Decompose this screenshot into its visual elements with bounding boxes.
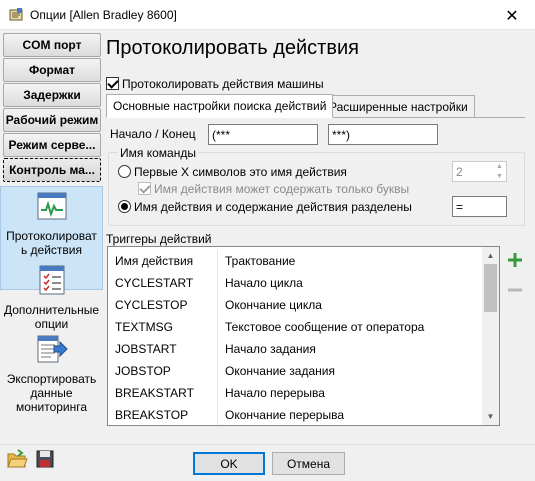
column-header-interpretation[interactable]: Трактование <box>218 254 295 268</box>
sidebar-item-additional-options[interactable]: Дополнительные опции <box>0 264 103 331</box>
table-row[interactable]: CYCLESTOP Окончание цикла <box>108 294 483 316</box>
plus-icon <box>508 253 522 267</box>
floppy-disk-icon <box>36 450 54 468</box>
separated-radio[interactable] <box>118 200 131 213</box>
vertical-scrollbar[interactable]: ▲ ▼ <box>482 247 499 425</box>
sidebar-button-format[interactable]: Формат <box>3 58 101 82</box>
sidebar-button-work-mode[interactable]: Рабочий режим <box>3 108 101 132</box>
separated-label: Имя действия и содержание действия разде… <box>134 200 412 214</box>
separator-input[interactable]: = <box>452 196 507 217</box>
log-actions-label: Протоколировать действия машины <box>122 77 324 91</box>
cancel-button[interactable]: Отмена <box>272 452 345 475</box>
sidebar-item-export-monitoring[interactable]: Экспортировать данные мониторинга <box>0 333 103 414</box>
scrollbar-thumb[interactable] <box>484 264 497 312</box>
close-icon: ✕ <box>505 5 519 25</box>
first-x-chars-label: Первые X символов это имя действия <box>134 165 347 179</box>
activity-log-icon <box>37 192 66 220</box>
first-x-chars-value: 2 <box>456 165 463 179</box>
sidebar: COM порт Формат Задержки Рабочий режим Р… <box>0 30 103 444</box>
table-row[interactable]: BREAKSTART Начало перерыва <box>108 382 483 404</box>
letters-only-checkbox[interactable] <box>138 182 151 195</box>
log-actions-checkbox[interactable] <box>106 77 119 90</box>
cell-action-name: BREAKSTOP <box>108 404 218 425</box>
cell-interpretation: Окончание перерыва <box>225 408 345 422</box>
end-marker-input[interactable]: ***) <box>328 124 438 145</box>
sidebar-item-label: Протоколироват ь действия <box>6 229 97 257</box>
cell-action-name: TEXTMSG <box>108 316 218 338</box>
sidebar-item-label: Экспортировать данные мониторинга <box>6 372 97 414</box>
open-folder-button[interactable] <box>6 448 28 470</box>
page-title: Протоколировать действия <box>106 37 359 59</box>
table-row[interactable]: JOBSTART Начало задания <box>108 338 483 360</box>
cell-interpretation: Начало задания <box>225 342 316 356</box>
sidebar-button-server-mode[interactable]: Режим серве... <box>3 133 101 157</box>
minus-icon <box>508 288 522 292</box>
sidebar-button-machine-control[interactable]: Контроль ма... <box>3 158 101 182</box>
window-title: Опции [Allen Bradley 8600] <box>30 8 177 22</box>
sidebar-button-com-port[interactable]: COM порт <box>3 33 101 57</box>
checklist-icon <box>39 265 64 295</box>
table-row[interactable]: CYCLESTART Начало цикла <box>108 272 483 294</box>
cell-action-name: JOBSTART <box>108 338 218 360</box>
table-header-row: Имя действия Трактование <box>108 250 483 272</box>
title-bar: Опции [Allen Bradley 8600] ✕ <box>0 0 535 30</box>
triggers-table[interactable]: Имя действия Трактование CYCLESTART Нача… <box>107 246 500 426</box>
table-row[interactable]: TEXTMSG Текстовое сообщение от оператора <box>108 316 483 338</box>
open-folder-icon <box>7 449 28 468</box>
sidebar-button-delays[interactable]: Задержки <box>3 83 101 107</box>
scroll-down-icon[interactable]: ▼ <box>482 408 499 425</box>
cell-action-name: BREAKSTART <box>108 382 218 404</box>
cell-interpretation: Текстовое сообщение от оператора <box>225 320 425 334</box>
tab-basic-search[interactable]: Основные настройки поиска действий <box>106 94 334 118</box>
sidebar-item-label: Дополнительные опции <box>4 303 99 331</box>
cell-interpretation: Начало цикла <box>225 276 303 290</box>
first-x-chars-stepper[interactable]: 2 ▲ ▼ <box>452 161 507 182</box>
export-icon <box>37 335 68 363</box>
footer-separator <box>0 444 535 445</box>
cell-interpretation: Окончание задания <box>225 364 335 378</box>
start-end-label: Начало / Конец <box>110 127 196 141</box>
table-row[interactable]: JOBSTOP Окончание задания <box>108 360 483 382</box>
start-marker-input[interactable]: (*** <box>208 124 318 145</box>
cell-action-name: JOBSTOP <box>108 360 218 382</box>
close-button[interactable]: ✕ <box>489 0 535 30</box>
table-row[interactable]: BREAKSTOP Окончание перерыва <box>108 404 483 425</box>
chevron-down-icon: ▼ <box>496 172 503 180</box>
triggers-title: Триггеры действий <box>106 232 212 246</box>
chevron-up-icon: ▲ <box>496 163 503 171</box>
cell-interpretation: Окончание цикла <box>225 298 322 312</box>
cell-interpretation: Начало перерыва <box>225 386 325 400</box>
stepper-arrows[interactable]: ▲ ▼ <box>493 162 506 181</box>
remove-trigger-button[interactable] <box>503 278 527 302</box>
scroll-up-icon[interactable]: ▲ <box>482 247 499 264</box>
add-trigger-button[interactable] <box>503 248 527 272</box>
column-header-action-name[interactable]: Имя действия <box>108 250 218 272</box>
command-name-group-title: Имя команды <box>118 146 198 160</box>
first-x-chars-radio[interactable] <box>118 165 131 178</box>
ok-button[interactable]: OK <box>193 452 265 475</box>
save-button[interactable] <box>34 448 56 470</box>
app-icon <box>9 8 23 21</box>
cell-action-name: CYCLESTART <box>108 272 218 294</box>
cell-action-name: CYCLESTOP <box>108 294 218 316</box>
letters-only-label: Имя действия может содержать только букв… <box>154 182 410 196</box>
tab-advanced-settings[interactable]: Расширенные настройки <box>322 95 475 118</box>
